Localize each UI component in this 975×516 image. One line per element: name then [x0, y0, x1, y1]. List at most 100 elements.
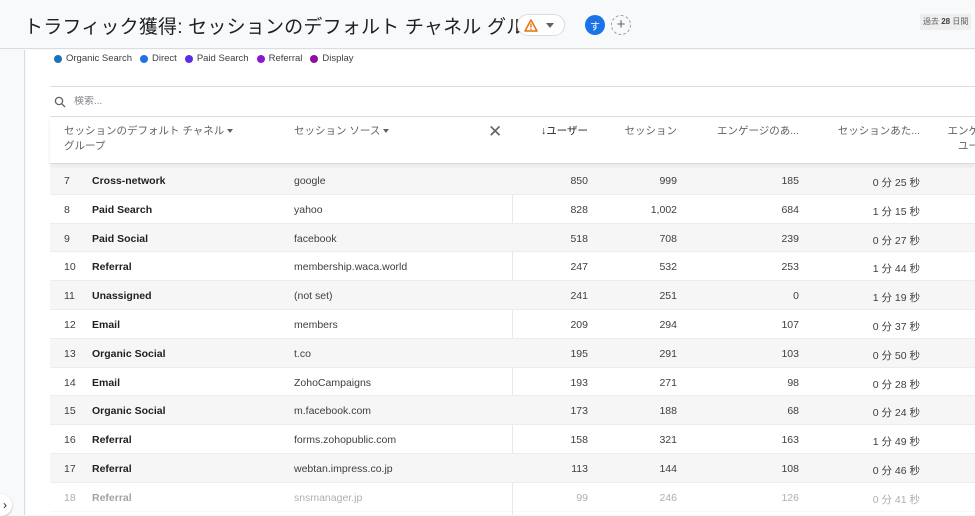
report-header: トラフィック獲得: セッションのデフォルト チャネル グループ す + 過去 2… [0, 0, 975, 49]
channel-group-cell: Unassigned [92, 290, 152, 302]
channel-group-cell: Referral [92, 434, 132, 446]
chevron-down-icon [546, 23, 554, 28]
search-input[interactable] [74, 96, 374, 107]
session-source-cell: membership.waca.world [294, 261, 407, 273]
legend-dot-icon [140, 55, 148, 63]
channel-group-cell: Referral [92, 492, 132, 504]
users-cell: 850 [570, 175, 588, 187]
table-row[interactable]: 11Unassigned(not set)24125101 分 19 秒 [50, 281, 975, 310]
column-header-session-source[interactable]: セッション ソース [294, 124, 389, 139]
session-source-cell: (not set) [294, 290, 333, 302]
legend-item[interactable]: Display [310, 53, 353, 64]
duration-cell: 0 分 46 秒 [873, 463, 920, 478]
row-index: 7 [64, 175, 70, 187]
legend-dot-icon [185, 55, 193, 63]
legend-item[interactable]: Referral [257, 53, 303, 64]
channel-group-cell: Paid Search [92, 204, 152, 216]
sessions-cell: 1,002 [651, 204, 677, 216]
column-header-channel-group[interactable]: セッションのデフォルト チャネル グループ [64, 124, 233, 154]
legend-dot-icon [310, 55, 318, 63]
table-row[interactable]: 10Referralmembership.waca.world247532253… [50, 252, 975, 281]
column-header-engaged-users[interactable]: エンゲ ユー [946, 124, 975, 154]
channel-group-cell: Organic Social [92, 348, 166, 360]
engaged-sessions-cell: 684 [781, 204, 799, 216]
engaged-sessions-cell: 0 [793, 290, 799, 302]
sessions-cell: 321 [659, 434, 677, 446]
legend-label: Organic Search [66, 53, 132, 64]
legend-dot-icon [257, 55, 265, 63]
session-source-cell: m.facebook.com [294, 405, 371, 417]
sessions-cell: 999 [659, 175, 677, 187]
date-prefix: 過去 [923, 17, 939, 26]
row-index: 12 [64, 319, 76, 331]
page-title: トラフィック獲得: セッションのデフォルト チャネル グループ [24, 12, 563, 39]
channel-group-cell: Cross-network [92, 175, 166, 187]
warning-triangle-icon [524, 19, 538, 32]
channel-group-cell: Organic Social [92, 405, 166, 417]
duration-cell: 1 分 49 秒 [873, 434, 920, 449]
column-label: ユー [946, 140, 975, 152]
column-header-sessions[interactable]: セッション [625, 124, 678, 139]
table-row[interactable]: 17Referralwebtan.impress.co.jp1131441080… [50, 454, 975, 483]
users-cell: 247 [570, 261, 588, 273]
engaged-sessions-cell: 126 [781, 492, 799, 504]
row-index: 11 [64, 290, 75, 302]
legend-dot-icon [54, 55, 62, 63]
users-cell: 195 [570, 348, 588, 360]
channel-group-cell: Referral [92, 261, 132, 273]
table-row[interactable]: 8Paid Searchyahoo8281,0026841 分 15 秒 [50, 195, 975, 224]
remove-dimension-close-icon[interactable]: ✕ [488, 122, 502, 142]
dropdown-caret-icon[interactable] [227, 129, 233, 133]
users-cell: 241 [570, 290, 588, 302]
users-cell: 158 [570, 434, 588, 446]
column-label: セッション ソース [294, 125, 380, 137]
users-cell: 518 [570, 233, 588, 245]
table-row[interactable]: 18Referralsnsmanager.jp992461260 分 41 秒 [50, 483, 975, 512]
duration-cell: 0 分 25 秒 [873, 175, 920, 190]
legend-item[interactable]: Direct [140, 53, 177, 64]
sessions-cell: 271 [659, 377, 677, 389]
report-content: Organic Search Direct Paid Search Referral D… [26, 50, 975, 515]
column-header-duration-per-session[interactable]: セッションあた... [838, 124, 920, 139]
table-row[interactable]: 7Cross-networkgoogle8509991850 分 25 秒 [50, 166, 975, 195]
column-label: エンゲ [948, 125, 975, 137]
session-source-cell: snsmanager.jp [294, 492, 362, 504]
warning-dropdown-button[interactable] [517, 14, 565, 36]
table-row[interactable]: 13Organic Socialt.co1952911030 分 50 秒 [50, 339, 975, 368]
sessions-cell: 291 [659, 348, 677, 360]
table-row[interactable]: 9Paid Socialfacebook5187082390 分 27 秒 [50, 224, 975, 253]
engaged-sessions-cell: 107 [781, 319, 799, 331]
legend-item[interactable]: Paid Search [185, 53, 249, 64]
engaged-sessions-cell: 185 [781, 175, 799, 187]
engaged-sessions-cell: 239 [781, 233, 799, 245]
chart-legend: Organic Search Direct Paid Search Referral D… [54, 53, 354, 64]
sessions-cell: 532 [659, 261, 677, 273]
date-suffix: 日間 [952, 17, 968, 26]
channel-group-cell: Email [92, 377, 120, 389]
sessions-cell: 144 [659, 463, 677, 475]
add-comparison-button[interactable]: + [611, 15, 631, 35]
table-row[interactable]: 16Referralforms.zohopublic.com1583211631… [50, 425, 975, 454]
date-range-label[interactable]: 過去 28 日間 [920, 14, 971, 30]
legend-label: Paid Search [197, 53, 249, 64]
avatar[interactable]: す [585, 15, 605, 35]
legend-item[interactable]: Organic Search [54, 53, 132, 64]
column-header-engaged-sessions[interactable]: エンゲージのあ... [717, 124, 799, 139]
session-source-cell: members [294, 319, 338, 331]
engaged-sessions-cell: 68 [787, 405, 799, 417]
table-row[interactable]: 12Emailmembers2092941070 分 37 秒 [50, 310, 975, 339]
table-row[interactable]: 14EmailZohoCampaigns193271980 分 28 秒 [50, 368, 975, 397]
table-row[interactable]: 15Organic Socialm.facebook.com173188680 … [50, 396, 975, 425]
engaged-sessions-cell: 163 [781, 434, 799, 446]
column-label: セッションのデフォルト チャネル [64, 125, 224, 137]
sessions-cell: 188 [659, 405, 677, 417]
channel-group-cell: Paid Social [92, 233, 148, 245]
table-search [50, 86, 975, 117]
duration-cell: 0 分 41 秒 [873, 492, 920, 507]
row-index: 14 [64, 377, 76, 389]
search-icon [54, 96, 66, 108]
engaged-sessions-cell: 98 [787, 377, 799, 389]
dropdown-caret-icon[interactable] [383, 129, 389, 133]
date-days: 28 [941, 17, 950, 26]
column-header-users[interactable]: ↓ユーザー [541, 124, 588, 139]
